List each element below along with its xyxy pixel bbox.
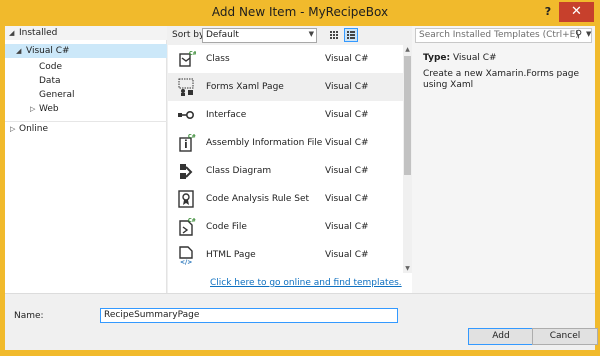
details-panel: Search Installed Templates (Ctrl+E) ⚲ ▼ … — [412, 26, 595, 293]
template-item[interactable]: Class Diagram Visual C# — [168, 157, 403, 185]
category-tree: ◢ Installed ◢ Visual C# Code Data Genera… — [5, 26, 167, 293]
svg-text:C#: C# — [188, 218, 196, 224]
chevron-down-icon: ▼ — [308, 30, 314, 38]
template-name: Assembly Information File — [206, 138, 323, 148]
collapsed-triangle-icon[interactable]: ▷ — [10, 125, 15, 133]
template-item-selected[interactable]: Forms Xaml Page Visual C# — [168, 73, 403, 101]
template-language: Visual C# — [325, 194, 369, 204]
html-page-icon: </> — [179, 246, 193, 265]
scrollbar-thumb[interactable] — [404, 56, 411, 175]
scroll-up-icon[interactable]: ▲ — [403, 45, 412, 54]
view-small-icons-button[interactable] — [327, 28, 341, 42]
template-item[interactable]: C# Class Visual C# — [168, 45, 403, 73]
type-label: Type: — [423, 53, 451, 63]
dialog-window: Add New Item - MyRecipeBox ? ✕ ◢ Install… — [0, 0, 600, 356]
template-language: Visual C# — [325, 54, 369, 64]
template-name: Interface — [206, 110, 247, 120]
name-label: Name: — [14, 311, 44, 321]
template-list: C# Class Visual C# Forms Xaml Page Visua… — [168, 45, 403, 273]
add-button[interactable]: Add — [468, 328, 534, 345]
template-item[interactable]: Interface Visual C# — [168, 101, 403, 129]
template-language: Visual C# — [325, 166, 369, 176]
template-item[interactable]: C# Assembly Information File Visual C# — [168, 129, 403, 157]
template-language: Visual C# — [325, 250, 369, 260]
svg-text:C#: C# — [189, 51, 196, 57]
template-item[interactable]: </> HTML Page Visual C# — [168, 241, 403, 269]
title-bar[interactable]: Add New Item - MyRecipeBox ? ✕ — [0, 0, 600, 26]
name-field[interactable]: RecipeSummaryPage — [100, 308, 398, 323]
scroll-down-icon[interactable]: ▼ — [403, 264, 412, 273]
close-button[interactable]: ✕ — [559, 2, 594, 22]
expanded-triangle-icon[interactable]: ◢ — [16, 47, 21, 55]
search-templates-input[interactable]: Search Installed Templates (Ctrl+E) ⚲ ▼ — [415, 28, 592, 43]
find-templates-online-link[interactable]: Click here to go online and find templat… — [210, 278, 402, 288]
rule-set-icon — [178, 190, 194, 208]
template-item[interactable]: C# Code File Visual C# — [168, 213, 403, 241]
assembly-info-icon: C# — [179, 134, 196, 152]
search-placeholder: Search Installed Templates (Ctrl+E) — [419, 30, 579, 40]
template-language: Visual C# — [325, 110, 369, 120]
template-description: Create a new Xamarin.Forms page using Xa… — [423, 69, 580, 90]
tree-item-general[interactable]: General — [39, 90, 74, 100]
tree-item-web[interactable]: Web — [39, 104, 59, 114]
code-file-icon: C# — [179, 218, 196, 236]
template-name: Class — [206, 54, 230, 64]
chevron-down-icon[interactable]: ▼ — [586, 30, 591, 38]
class-diagram-icon — [180, 164, 193, 179]
search-icon[interactable]: ⚲ — [575, 29, 582, 40]
template-language: Visual C# — [325, 138, 369, 148]
template-name: Code File — [206, 222, 247, 232]
tree-item-data[interactable]: Data — [39, 76, 61, 86]
template-name: Forms Xaml Page — [206, 82, 284, 92]
help-button[interactable]: ? — [540, 3, 556, 21]
expanded-triangle-icon[interactable]: ◢ — [9, 29, 14, 37]
online-link-area: Click here to go online and find templat… — [168, 273, 412, 293]
window-title: Add New Item - MyRecipeBox — [211, 5, 389, 19]
dialog-body: ◢ Installed ◢ Visual C# Code Data Genera… — [5, 26, 598, 350]
tree-installed-header[interactable]: ◢ Installed — [5, 26, 167, 40]
template-language: Visual C# — [325, 82, 369, 92]
tree-item-online[interactable]: ▷ Online — [5, 121, 167, 135]
template-type: Type: Visual C# — [423, 53, 497, 63]
tree-installed-label: Installed — [19, 28, 58, 38]
type-value: Visual C# — [452, 53, 497, 63]
svg-text:</>: </> — [180, 259, 192, 265]
template-list-scrollbar[interactable]: ▲ ▼ — [403, 45, 412, 273]
sort-by-value: Default — [206, 30, 239, 40]
sort-by-dropdown[interactable]: Default ▼ — [202, 28, 317, 43]
grid-view-icon — [330, 31, 338, 39]
class-icon: C# — [179, 51, 196, 67]
template-name: Class Diagram — [206, 166, 272, 176]
interface-icon — [178, 111, 195, 120]
forms-xaml-page-icon — [178, 78, 194, 96]
tree-item-visual-csharp[interactable]: ◢ Visual C# — [5, 44, 167, 58]
svg-text:C#: C# — [188, 134, 196, 140]
tree-item-online-label: Online — [19, 124, 49, 134]
cancel-button[interactable]: Cancel — [532, 328, 598, 345]
template-item[interactable]: Code Analysis Rule Set Visual C# — [168, 185, 403, 213]
template-language: Visual C# — [325, 222, 369, 232]
collapsed-triangle-icon[interactable]: ▷ — [30, 105, 35, 113]
name-field-value: RecipeSummaryPage — [104, 310, 200, 320]
tree-item-code[interactable]: Code — [39, 62, 62, 72]
divider — [5, 293, 595, 294]
view-list-button[interactable] — [344, 28, 358, 42]
tree-item-visual-csharp-label: Visual C# — [26, 46, 70, 56]
list-view-icon — [347, 31, 355, 39]
template-name: Code Analysis Rule Set — [206, 194, 310, 204]
template-name: HTML Page — [206, 250, 256, 260]
sort-toolbar: Sort by: Default ▼ — [168, 26, 403, 45]
